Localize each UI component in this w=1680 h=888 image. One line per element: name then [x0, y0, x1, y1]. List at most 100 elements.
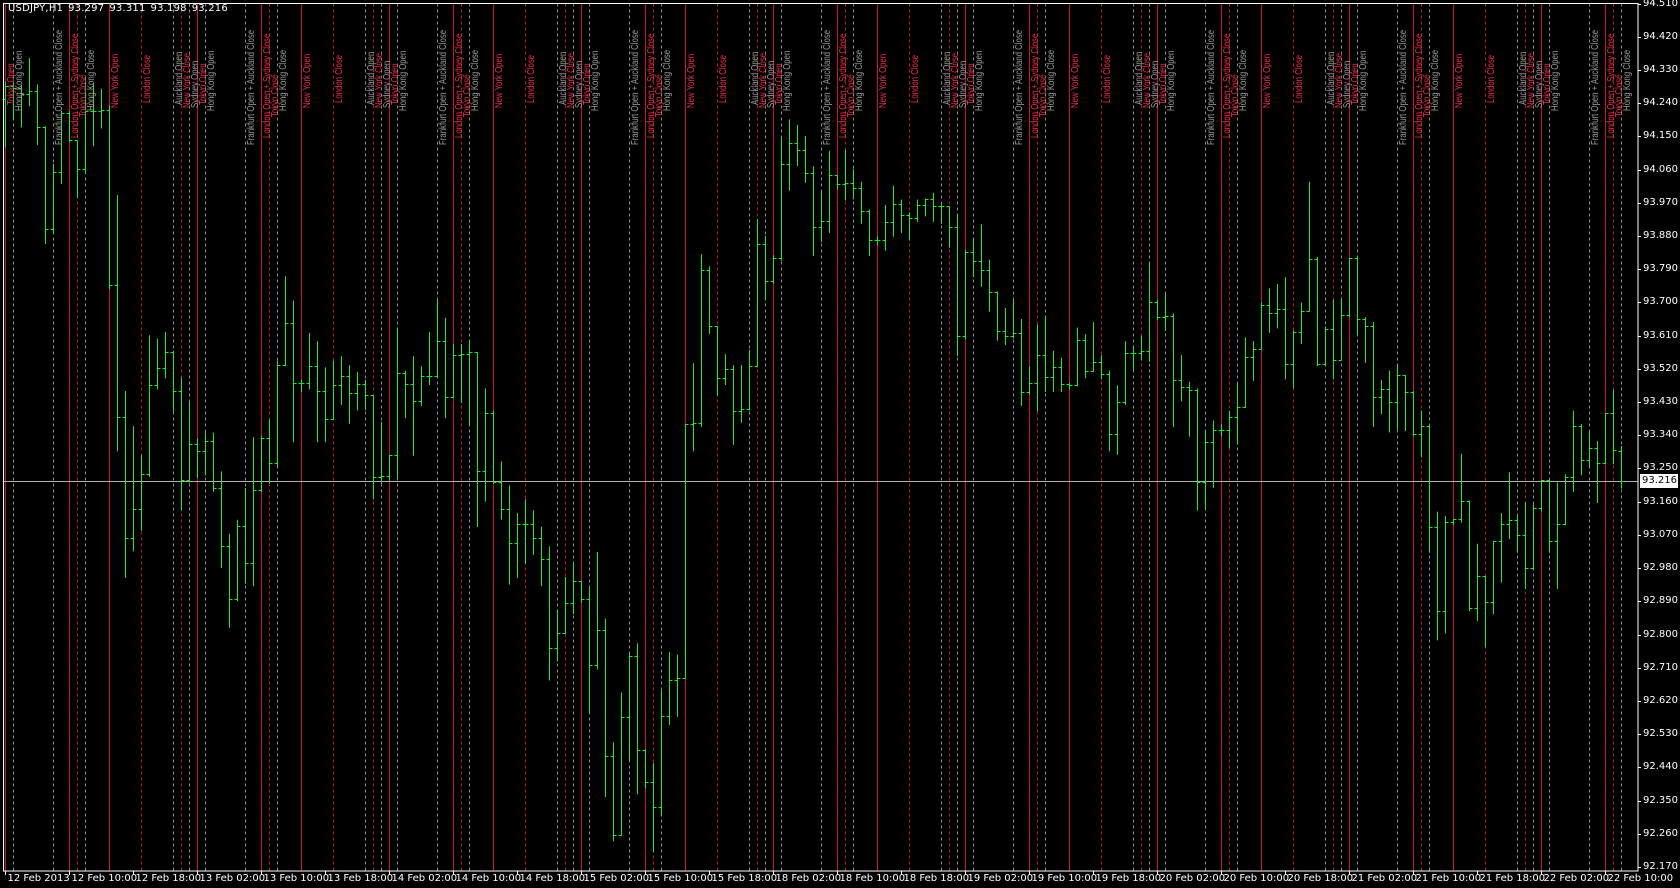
ohlc-bar: [338, 356, 345, 405]
session-label: Frankfurt Open + Auckland Close: [54, 29, 65, 145]
ohlc-bar: [1122, 341, 1129, 405]
ohlc-bar: [1042, 315, 1049, 392]
ohlc-bar: [1218, 424, 1225, 437]
session-label: New York Open: [878, 53, 889, 108]
ohlc-bar: [1594, 441, 1601, 504]
ohlc-bar: [498, 461, 505, 520]
ohlc-bar: [1058, 357, 1065, 392]
ohlc-bar: [682, 424, 689, 679]
ohlc-bar: [1194, 388, 1201, 511]
price-tick-label: 93.160: [1643, 495, 1678, 507]
price-tick-label: 94.420: [1643, 30, 1678, 42]
session-label: London Close: [1102, 54, 1113, 103]
time-tick-label: 18 Feb 10:00: [839, 873, 906, 884]
ohlc-bar: [1530, 504, 1537, 570]
ohlc-bar: [618, 692, 625, 836]
ohlc-bar: [1514, 516, 1521, 553]
price-tick-label: 92.350: [1643, 794, 1678, 806]
ohlc-bar: [1370, 321, 1377, 428]
ohlc-bar: [274, 360, 281, 467]
ohlc-bar: [234, 519, 241, 602]
open-value: 93.297: [68, 3, 105, 14]
ohlc-bar: [290, 300, 297, 443]
ohlc-bar: [1458, 453, 1465, 523]
ohlc-bar: [1178, 355, 1185, 402]
ohlc-bar: [330, 360, 337, 421]
price-tick-label: 93.430: [1643, 396, 1678, 408]
price-tick-label: 93.880: [1643, 229, 1678, 241]
ohlc-bar: [194, 438, 201, 478]
session-label: Hong Kong Open: [14, 50, 25, 111]
ohlc-bar: [106, 105, 113, 290]
ohlc-bar: [1026, 366, 1033, 395]
session-label: Frankfurt Open + Auckland Close: [822, 29, 833, 145]
ohlc-bar: [874, 235, 881, 246]
session-label: Hong Kong Close: [470, 49, 481, 111]
session-label: New York Open: [110, 53, 121, 108]
session-label: Hong Kong Open: [590, 50, 601, 111]
ohlc-bar: [714, 326, 721, 397]
ohlc-bar: [1234, 383, 1241, 445]
ohlc-bar: [1346, 257, 1353, 318]
ohlc-bar: [810, 166, 817, 257]
ohlc-bar: [1098, 355, 1105, 380]
time-tick-label: 14 Feb 02:00: [391, 873, 458, 884]
time-tick-label: 15 Feb 02:00: [583, 873, 650, 884]
ohlc-bar: [642, 748, 649, 789]
ohlc-bar: [34, 84, 41, 146]
session-label: London Close: [1294, 54, 1305, 103]
time-tick-label: 18 Feb 02:00: [775, 873, 842, 884]
ohlc-bar: [506, 485, 513, 585]
ohlc-bar: [1226, 410, 1233, 448]
price-tick-label: 92.260: [1643, 827, 1678, 839]
price-tick-label: 94.150: [1643, 130, 1678, 142]
ohlc-bar: [362, 379, 369, 411]
ohlc-bar: [1610, 389, 1617, 465]
ohlc-bar: [170, 350, 177, 412]
ohlc-bar: [938, 204, 945, 224]
ohlc-bar: [770, 255, 777, 284]
price-tick-label: 92.710: [1643, 661, 1678, 673]
ohlc-bar: [146, 335, 153, 477]
ohlc-bar: [1426, 426, 1433, 553]
time-tick-label: 13 Feb 10:00: [263, 873, 330, 884]
ohlc-bar: [922, 198, 929, 217]
ohlc-bar: [978, 224, 985, 287]
price-tick-label: 92.800: [1643, 628, 1678, 640]
ohlc-bar: [1210, 420, 1217, 488]
ohlc-bar: [322, 367, 329, 443]
ohlc-bar: [1434, 511, 1441, 641]
session-label: Hong Kong Close: [854, 49, 865, 111]
time-tick-label: 21 Feb 02:00: [1351, 873, 1418, 884]
time-tick-label: 19 Feb 10:00: [1031, 873, 1098, 884]
session-label: Hong Kong Open: [782, 50, 793, 111]
ohlc-bar: [1074, 327, 1081, 387]
session-label: Frankfurt Open + Auckland Close: [1590, 29, 1601, 145]
ohlc-bar: [834, 174, 841, 190]
session-label: Hong Kong Open: [1550, 50, 1561, 111]
ohlc-bar: [1378, 379, 1385, 415]
session-label: London Close: [1486, 54, 1497, 103]
ohlc-bar: [434, 299, 441, 379]
ohlc-bar: [1266, 288, 1273, 333]
ohlc-bar: [98, 88, 105, 129]
ohlc-bar: [1154, 299, 1161, 321]
ohlc-bar: [218, 471, 225, 568]
ohlc-bar: [1186, 381, 1193, 437]
session-label: Hong Kong Close: [1046, 49, 1057, 111]
ohlc-bar: [1578, 424, 1585, 476]
price-tick-label: 93.700: [1643, 296, 1678, 308]
ohlc-bar: [706, 266, 713, 335]
ohlc-bar: [786, 119, 793, 191]
ohlc-bar: [410, 356, 417, 456]
time-tick-label: 22 Feb 02:00: [1543, 873, 1610, 884]
ohlc-bar: [458, 344, 465, 404]
ohlc-bar: [370, 395, 377, 500]
high-value: 93.311: [109, 3, 146, 14]
ohlc-bar: [1602, 413, 1609, 465]
ohlc-bar: [1402, 375, 1409, 432]
ohlc-bar: [250, 437, 257, 587]
ohlc-bar: [298, 379, 305, 392]
ohlc-bar: [1202, 430, 1209, 509]
ohlc-bar: [602, 618, 609, 798]
